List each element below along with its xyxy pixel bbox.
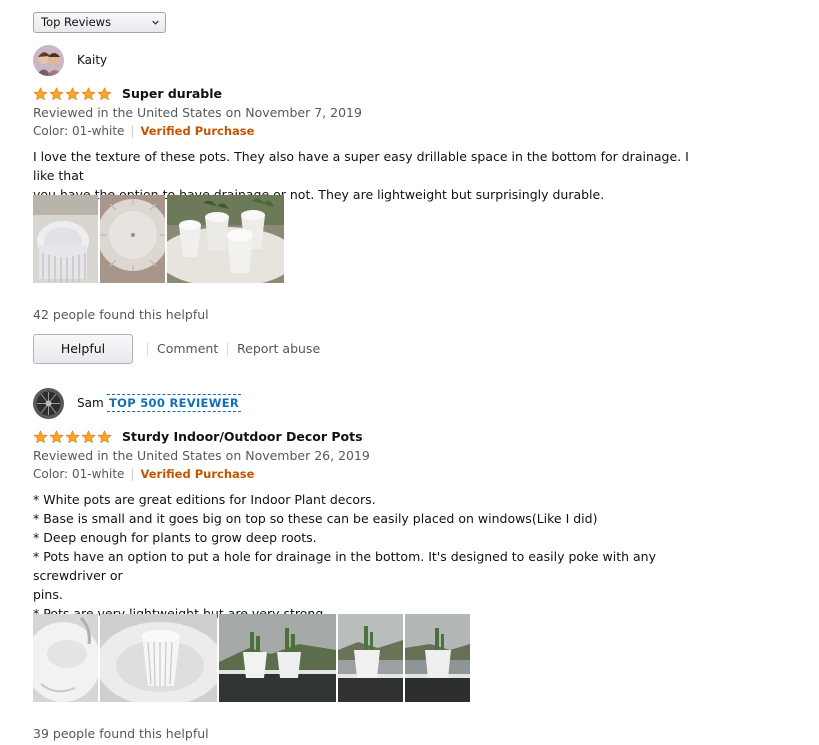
review-image-2[interactable]: [100, 614, 217, 702]
review-images: [33, 195, 284, 283]
review-image-1[interactable]: [33, 195, 98, 283]
reviewer-name[interactable]: Kaity: [77, 53, 107, 67]
helpful-button[interactable]: Helpful: [33, 334, 133, 364]
star-icon: [81, 430, 96, 444]
variant-color: Color: 01-white: [33, 467, 125, 481]
review-image-3[interactable]: [167, 195, 284, 283]
review-date: Reviewed in the United States on Novembe…: [33, 105, 362, 120]
review-images: [33, 614, 470, 702]
star-icon: [65, 87, 80, 101]
review-text-line: * Deep enough for plants to grow deep ro…: [33, 530, 317, 545]
helpful-count: 42 people found this helpful: [33, 307, 209, 322]
review-text-line: pins.: [33, 587, 63, 602]
star-icon: [65, 430, 80, 444]
star-icon: [81, 87, 96, 101]
review-title[interactable]: Super durable: [122, 86, 222, 101]
review-variant[interactable]: Color: 01-white | Verified Purchase: [33, 124, 254, 138]
helpful-count: 39 people found this helpful: [33, 726, 209, 741]
top-reviewer-badge[interactable]: TOP 500 REVIEWER: [107, 394, 242, 412]
review-image-3[interactable]: [219, 614, 336, 702]
review-text-line: * Pots have an option to put a hole for …: [33, 549, 656, 583]
star-icon: [33, 87, 48, 101]
sort-dropdown-label: Top Reviews: [41, 15, 112, 29]
review-image-4[interactable]: [338, 614, 403, 702]
report-abuse-link[interactable]: Report abuse: [237, 341, 320, 356]
star-icon: [97, 430, 112, 444]
review-text-line: I love the texture of these pots. They a…: [33, 149, 689, 183]
star-icon: [49, 87, 64, 101]
review-text-line: * Base is small and it goes big on top s…: [33, 511, 598, 526]
review-body: * White pots are great editions for Indo…: [33, 490, 713, 623]
review-image-1[interactable]: [33, 614, 98, 702]
avatar[interactable]: [33, 388, 64, 419]
comment-link[interactable]: Comment: [157, 341, 218, 356]
divider: [227, 342, 228, 356]
divider: [147, 342, 148, 356]
avatar[interactable]: [33, 45, 64, 76]
reviewer-name[interactable]: Sam: [77, 396, 104, 410]
star-icon: [33, 430, 48, 444]
star-icon: [49, 430, 64, 444]
star-rating[interactable]: [33, 430, 112, 444]
review-image-5[interactable]: [405, 614, 470, 702]
sort-dropdown[interactable]: Top Reviews: [33, 12, 166, 33]
review-title[interactable]: Sturdy Indoor/Outdoor Decor Pots: [122, 429, 363, 444]
chevron-down-icon: [152, 20, 159, 25]
review-image-2[interactable]: [100, 195, 165, 283]
review-date: Reviewed in the United States on Novembe…: [33, 448, 370, 463]
variant-color: Color: 01-white: [33, 124, 125, 138]
verified-purchase-badge: Verified Purchase: [140, 124, 255, 138]
star-rating[interactable]: [33, 87, 112, 101]
verified-purchase-badge: Verified Purchase: [140, 467, 255, 481]
review-variant[interactable]: Color: 01-white | Verified Purchase: [33, 467, 254, 481]
star-icon: [97, 87, 112, 101]
review-text-line: * White pots are great editions for Indo…: [33, 492, 376, 507]
